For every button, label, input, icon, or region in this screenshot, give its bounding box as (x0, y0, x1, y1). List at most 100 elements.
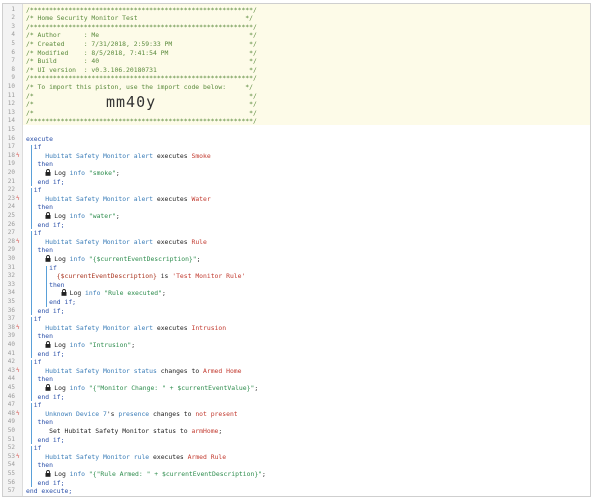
line-number: 8 (11, 65, 15, 73)
lock-icon (45, 341, 54, 349)
code-line[interactable]: 44 then (3, 375, 590, 384)
code-line[interactable]: 35 end if; (3, 298, 590, 307)
code-line[interactable]: 30 Log info "{$currentEventDescription}"; (3, 255, 590, 264)
code-line[interactable]: 49 then (3, 418, 590, 427)
code-line[interactable]: 51 end if; (3, 436, 590, 445)
line-number: 3 (11, 22, 15, 30)
keyword-text: then (37, 461, 53, 470)
code-line[interactable]: 54 then (3, 461, 590, 470)
code-line[interactable]: 34 Log info "Rule executed"; (3, 289, 590, 298)
keyword-text: then (37, 203, 53, 212)
code-token: Hubitat Safety Monitor (45, 366, 130, 375)
code-token: Log (54, 211, 70, 220)
code-line[interactable]: 10 /* To import this piston, use the impo… (3, 83, 590, 92)
code-text: then (38, 332, 53, 341)
code-line[interactable]: 41 end if; (3, 350, 590, 359)
code-line[interactable]: 37 if (3, 315, 590, 324)
code-text: /***************************************… (26, 23, 257, 32)
code-token: info (69, 211, 86, 220)
code-line[interactable]: 25 Log info "water"; (3, 212, 590, 221)
import-code[interactable]: mm40y (106, 95, 156, 109)
code-line[interactable]: 46 end if; (3, 393, 590, 402)
code-line[interactable]: 15 (3, 126, 590, 135)
code-line[interactable]: 19 then (3, 160, 590, 169)
code-line[interactable]: 6 /* Modified : 8/5/2018, 7:41:54 PM */ (3, 49, 590, 58)
code-line[interactable]: 4 /* Author : Me */ (3, 31, 590, 40)
code-text: /* Author : Me */ (26, 31, 257, 40)
code-line[interactable]: 40 Log info "Intrusion"; (3, 341, 590, 350)
code-line[interactable]: 50 Set Hubitat Safety Monitor status to a… (3, 427, 590, 436)
code-text: Log info "{"Rule Armed: " + $currentEven… (45, 470, 266, 479)
code-line[interactable]: 24 then (3, 203, 590, 212)
code-line[interactable]: 2 /* Home Security Monitor Test */ (3, 14, 590, 23)
condition-trigger-icon: ϟ (16, 409, 20, 417)
code-line[interactable]: 53 ϟ Hubitat Safety Monitor rule executes … (3, 453, 590, 462)
comment-text: /* To import this piston, use the import… (26, 82, 254, 91)
code-token: ; (254, 383, 259, 392)
code-text: if (34, 315, 42, 324)
code-line[interactable]: 29 then (3, 246, 590, 255)
code-line[interactable]: 11/* */ (3, 92, 590, 101)
line-number: 31 (7, 263, 15, 271)
code-token: armHome (191, 426, 219, 435)
code-line[interactable]: 33 then (3, 281, 590, 290)
code-line[interactable]: 1 /**************************************… (3, 6, 590, 15)
code-line[interactable]: 13 /* */ (3, 109, 590, 118)
code-line[interactable]: 38 ϟ Hubitat Safety Monitor alert executes… (3, 324, 590, 333)
code-line[interactable]: 26 end if; (3, 221, 590, 230)
code-line[interactable]: 43 ϟ Hubitat Safety Monitor status changes… (3, 367, 590, 376)
code-line[interactable]: 3 /**************************************… (3, 23, 590, 32)
code-line[interactable]: 32 {$currentEventDescription} is 'Test Mo… (3, 272, 590, 281)
code-token: executes (153, 151, 192, 160)
code-line[interactable]: 45 Log info "{"Monitor Change: " + $curre… (3, 384, 590, 393)
condition-trigger-icon: ϟ (16, 323, 20, 331)
code-token: Hubitat Safety Monitor (45, 194, 130, 203)
code-line[interactable]: 17 if (3, 143, 590, 152)
code-line[interactable]: 27 if (3, 229, 590, 238)
line-number: 38 (7, 323, 15, 331)
code-line[interactable]: 12/* */mm40y (3, 95, 590, 109)
code-line[interactable]: 16 execute (3, 135, 590, 144)
code-line[interactable]: 48 ϟ Unknown Device 7's presence changes t… (3, 410, 590, 419)
code-text: if (34, 229, 42, 238)
code-token: info (69, 254, 86, 263)
code-line[interactable]: 14 /*************************************… (3, 117, 590, 126)
code-text: Hubitat Safety Monitor alert executes Ru… (45, 238, 207, 247)
code-line[interactable]: 31 if (3, 264, 590, 273)
code-line[interactable]: 20 Log info "smoke"; (3, 169, 590, 178)
code-token: changes to (156, 366, 204, 375)
code-line[interactable]: 5 /* Created : 7/31/2018, 2:59:33 PM */ (3, 40, 590, 49)
code-line[interactable]: 36 end if; (3, 307, 590, 316)
keyword-text: end if; (37, 177, 65, 186)
code-token: Water (191, 194, 211, 203)
code-line[interactable]: 39 then (3, 332, 590, 341)
code-text: Set Hubitat Safety Monitor status to arm… (49, 427, 222, 436)
code-line[interactable]: 28 ϟ Hubitat Safety Monitor alert executes… (3, 238, 590, 247)
code-line[interactable]: 9 /**************************************… (3, 74, 590, 83)
code-line[interactable]: 7 /* Build : 40 */ (3, 57, 590, 66)
line-number: 52 (7, 444, 15, 452)
code-line[interactable]: 55 Log info "{"Rule Armed: " + $currentEv… (3, 470, 590, 479)
code-token: Rule (191, 237, 207, 246)
code-line[interactable]: 23 ϟ Hubitat Safety Monitor alert executes… (3, 195, 590, 204)
code-line[interactable]: 42 if (3, 358, 590, 367)
code-token: executes (149, 452, 188, 461)
code-line[interactable]: 57 end execute; (3, 487, 590, 496)
code-token: info (69, 168, 86, 177)
code-line[interactable]: 52 if (3, 444, 590, 453)
code-text: then (38, 203, 53, 212)
code-token: ; (262, 469, 266, 478)
line-number: 20 (7, 168, 15, 176)
code-token: "Intrusion" (85, 340, 132, 349)
code-editor[interactable]: 1 /**************************************… (2, 3, 591, 497)
lock-icon (45, 255, 54, 263)
code-line[interactable]: 22 if (3, 186, 590, 195)
block-guide (46, 265, 48, 307)
comment-text: /* Author : Me */ (26, 31, 257, 40)
code-line[interactable]: 21 end if; (3, 178, 590, 187)
comment-text: /* */ (26, 108, 257, 117)
code-line[interactable]: 8 /* UI version : v0.3.106.20180731 */ (3, 66, 590, 75)
code-line[interactable]: 56 end if; (3, 479, 590, 488)
code-line[interactable]: 47 if (3, 401, 590, 410)
code-line[interactable]: 18 ϟ Hubitat Safety Monitor alert executes… (3, 152, 590, 161)
